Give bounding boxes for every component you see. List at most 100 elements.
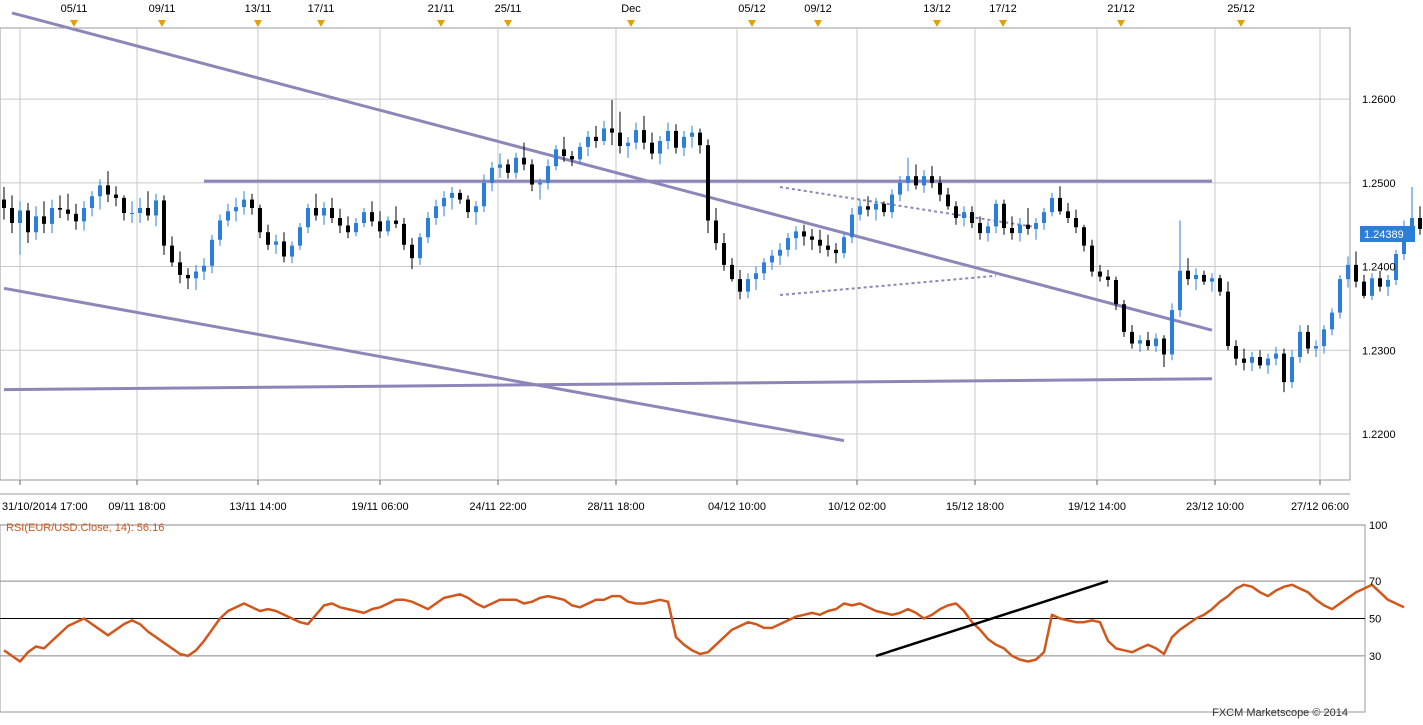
candle-body [474, 206, 478, 213]
top-date-axis: 05/11 09/11 13/11 17/11 21/11 25/11 Dec 05/12 09… [0, 3, 1350, 29]
candle-body [298, 227, 302, 246]
x-tick-label: 13/11 14:00 [229, 501, 286, 513]
candle-body [530, 164, 534, 185]
candle-body [386, 220, 390, 232]
candle-body [546, 166, 550, 183]
candle-body [978, 223, 982, 234]
candle-body [482, 182, 486, 207]
candle-body [466, 199, 470, 213]
candle-body [402, 223, 406, 245]
candle-body [1378, 278, 1382, 287]
date-marker-icon [70, 20, 78, 27]
date-marker-icon [504, 20, 512, 27]
candle-body [1250, 356, 1254, 363]
candle-body [714, 220, 718, 244]
time-axis: 31/10/2014 17:00 09/11 18:00 13/11 14:00 19… [0, 480, 1350, 513]
candle-body [562, 149, 566, 157]
candle-body [1106, 276, 1110, 280]
candle-body [1210, 278, 1214, 282]
candle-body [842, 237, 846, 254]
candle-body [218, 220, 222, 240]
candle-body [1042, 212, 1046, 224]
date-marker-icon [437, 20, 445, 27]
candle-body [874, 203, 878, 210]
candle-body [810, 236, 814, 240]
candle-body [1162, 338, 1166, 355]
candle-body [194, 271, 198, 279]
top-axis-label: 05/12 [738, 3, 766, 15]
x-tick-label: 27/12 06:00 [1291, 501, 1349, 513]
candle-body [1074, 218, 1078, 228]
top-axis-label: 25/11 [495, 3, 522, 15]
price-axis: 1.2200 1.2300 1.2400 1.2500 1.2600 [1362, 94, 1396, 441]
x-tick-label: 23/12 10:00 [1186, 501, 1244, 513]
candle-body [602, 128, 606, 141]
candle-body [594, 136, 598, 141]
candle-body [962, 212, 966, 219]
candle-body [954, 206, 958, 219]
date-marker-icon [814, 20, 822, 27]
candle-body [1170, 310, 1174, 355]
x-tick-label: 15/12 18:00 [946, 501, 1004, 513]
candle-body [378, 221, 382, 232]
candle-body [162, 200, 166, 246]
candle-body [706, 145, 710, 221]
candle-body [818, 239, 822, 246]
rsi-tick-label: 70 [1369, 576, 1381, 588]
candle-body [186, 274, 190, 279]
candle-body [906, 176, 910, 183]
candle-body [82, 207, 86, 222]
top-axis-label: 17/12 [989, 3, 1017, 15]
candle-body [146, 207, 150, 216]
candle-body [794, 231, 798, 239]
candle-body [1146, 340, 1150, 347]
candle-body [786, 238, 790, 250]
candle-body [1034, 223, 1038, 229]
candle-body [26, 210, 30, 233]
main-plot-frame [0, 27, 1351, 481]
candle-body [770, 255, 774, 263]
x-tick-label: 31/10/2014 17:00 [2, 501, 88, 513]
candle-body [442, 197, 446, 207]
candle-body [34, 216, 38, 233]
candle-body [1026, 224, 1030, 229]
candle-body [618, 132, 622, 147]
candle-body [986, 226, 990, 234]
price-tick-label: 1.2400 [1362, 262, 1396, 274]
candle-body [234, 207, 238, 212]
candle-body [210, 239, 214, 266]
candle-body [514, 157, 518, 173]
candle-body [338, 218, 342, 226]
candle-body [1282, 353, 1286, 383]
watermark-text: FXCM Marketscope © 2014 [1212, 707, 1348, 719]
candle-body [66, 209, 70, 214]
candle-body [138, 207, 142, 213]
candle-body [498, 164, 502, 168]
candle-body [554, 149, 558, 167]
candle-body [450, 192, 454, 198]
candle-body [242, 199, 246, 208]
candle-body [538, 182, 542, 185]
candle-body [890, 194, 894, 213]
candle-body [1098, 271, 1102, 277]
x-tick-label: 24/11 22:00 [469, 501, 526, 513]
candle-body [226, 211, 230, 221]
candle-body [10, 207, 14, 224]
candle-body [1314, 346, 1318, 349]
candle-body [1194, 274, 1198, 280]
rsi-tick-label: 50 [1369, 614, 1381, 626]
candle-body [170, 245, 174, 263]
candle-body [410, 244, 414, 259]
candle-body [346, 225, 350, 233]
candle-body [1066, 211, 1070, 219]
date-marker-icon [748, 20, 756, 27]
candle-body [682, 136, 686, 148]
candle-body [458, 192, 462, 200]
price-tick-label: 1.2300 [1362, 345, 1396, 357]
top-axis-label: 21/11 [428, 3, 455, 15]
candle-body [762, 262, 766, 274]
candle-body [690, 132, 694, 137]
candle-body [778, 249, 782, 256]
candle-body [834, 249, 838, 254]
candle-body [122, 197, 126, 213]
